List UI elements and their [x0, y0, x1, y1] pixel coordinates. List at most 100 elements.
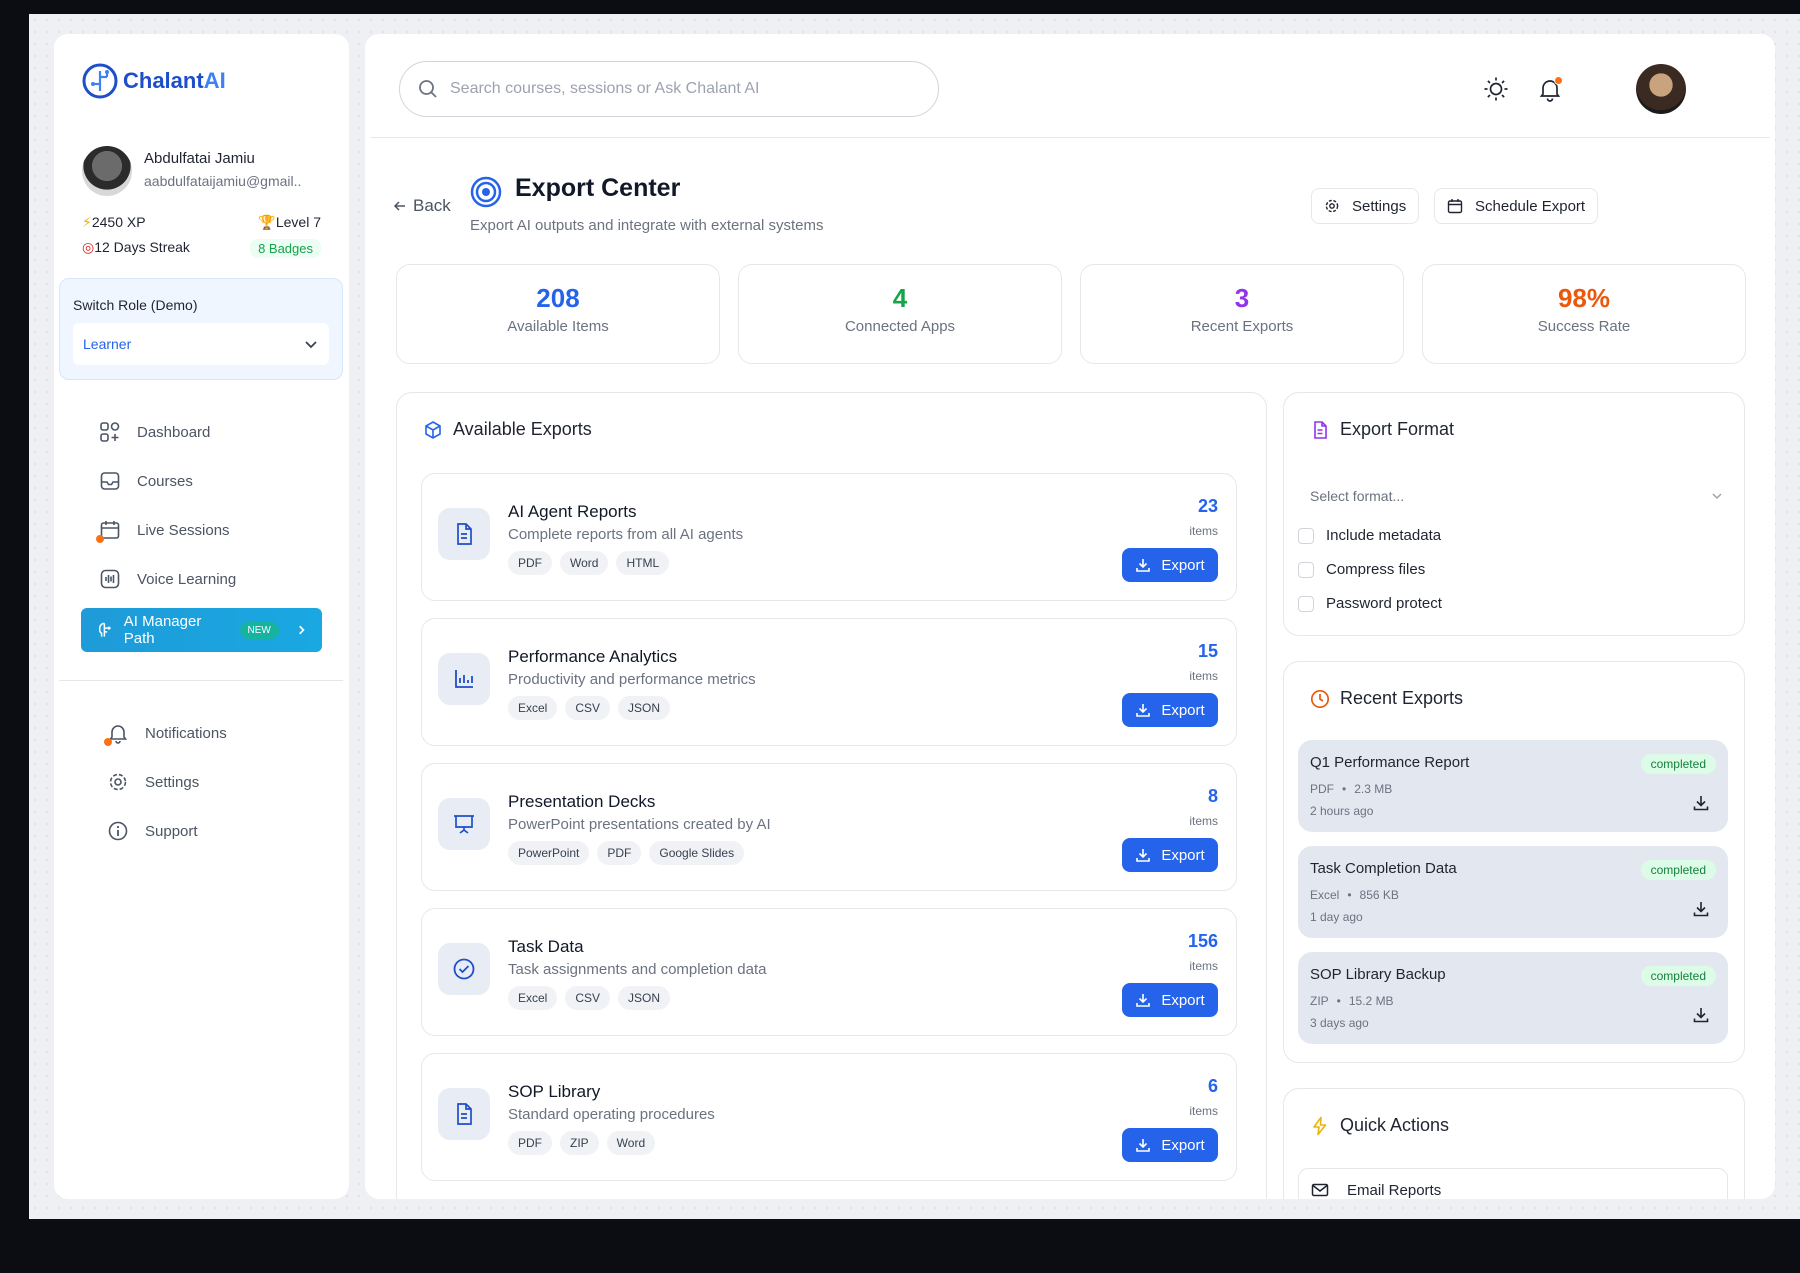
download-icon	[1136, 1139, 1151, 1152]
ai-manager-path-button[interactable]: AI Manager Path NEW	[81, 608, 322, 652]
settings-button[interactable]: Settings	[1311, 188, 1420, 224]
download-icon	[1136, 994, 1151, 1007]
stat-value: 98%	[1557, 283, 1611, 313]
status-badge: completed	[1640, 860, 1716, 880]
recent-export-time: 1 day ago	[1310, 910, 1363, 924]
search-input[interactable]	[450, 80, 920, 98]
stat-value: 208	[536, 283, 580, 313]
sidebar-label-notifications: Notifications	[145, 724, 227, 742]
format-tag: PowerPoint	[508, 841, 590, 865]
compress-files-checkbox[interactable]: Compress files	[1298, 561, 1425, 578]
status-badge: completed	[1640, 966, 1716, 986]
item-count: 15	[1197, 641, 1218, 661]
export-button[interactable]: Export	[1122, 838, 1218, 872]
stat-label: Connected Apps	[844, 318, 956, 335]
recent-export-meta: Excel • 856 KB	[1310, 888, 1399, 902]
sidebar-item-settings[interactable]: Settings	[107, 771, 199, 793]
sidebar-divider	[59, 680, 343, 681]
checkbox-box[interactable]	[1298, 527, 1314, 544]
checkbox-box[interactable]	[1298, 595, 1314, 612]
export-button[interactable]: Export	[1122, 693, 1218, 727]
download-icon[interactable]	[1692, 900, 1710, 918]
document-icon	[438, 1088, 490, 1140]
export-button[interactable]: Export	[1122, 1128, 1218, 1162]
recent-exports-title: Recent Exports	[1310, 688, 1463, 709]
gear-icon	[109, 773, 127, 791]
notification-bell-button[interactable]	[1537, 76, 1563, 102]
role-select-value: Learner	[83, 336, 132, 352]
recent-export-item[interactable]: SOP Library Backup ZIP • 15.2 MB 3 days ag…	[1298, 952, 1728, 1044]
email-reports-button[interactable]: Email Reports	[1298, 1168, 1728, 1199]
items-label: items	[1189, 814, 1218, 828]
recent-export-item[interactable]: Task Completion Data Excel • 856 KB 1 day …	[1298, 846, 1728, 938]
sun-icon[interactable]	[1483, 76, 1509, 102]
bell-icon	[104, 722, 129, 746]
document-icon	[438, 508, 490, 560]
back-button[interactable]: Back	[393, 196, 451, 216]
chevron-down-icon	[305, 341, 317, 349]
export-item-sop-library: SOP Library Standard operating procedure…	[421, 1053, 1237, 1181]
schedule-export-button[interactable]: Schedule Export	[1434, 188, 1599, 224]
stat-label: Success Rate	[1537, 318, 1631, 335]
export-button[interactable]: Export	[1122, 548, 1218, 582]
target-icon	[470, 176, 502, 208]
grid-icon	[100, 422, 120, 442]
download-icon	[1136, 704, 1151, 717]
export-name: Task Data	[508, 937, 584, 956]
password-protect-checkbox[interactable]: Password protect	[1298, 595, 1442, 612]
user-email: aabdulfataijamiu@gmail..	[144, 173, 302, 189]
sidebar-item-courses[interactable]: Courses	[99, 470, 193, 492]
streak-badges-row: ◎12 Days Streak 8 Badges	[82, 239, 321, 258]
user-profile[interactable]: Abdulfatai Jamiu aabdulfataijamiu@gmail.…	[82, 146, 301, 196]
checkbox-box[interactable]	[1298, 561, 1314, 578]
export-item-presentation-decks: Presentation Decks PowerPoint presentati…	[421, 763, 1237, 891]
status-badge: completed	[1640, 754, 1716, 774]
calendar-icon	[96, 519, 121, 543]
recent-exports-panel: Recent Exports Q1 Performance Report PDF…	[1283, 661, 1745, 1063]
sidebar-item-notifications[interactable]: Notifications	[104, 722, 227, 746]
sidebar-item-support[interactable]: Support	[107, 820, 198, 842]
brain-icon	[98, 622, 111, 637]
format-tag: Excel	[508, 696, 558, 720]
format-tag: CSV	[565, 696, 611, 720]
items-label: items	[1189, 959, 1218, 973]
lightning-icon	[1313, 1116, 1327, 1135]
avatar[interactable]	[82, 146, 132, 196]
recent-export-time: 3 days ago	[1310, 1016, 1369, 1030]
recent-export-meta: ZIP • 15.2 MB	[1310, 994, 1394, 1008]
download-icon[interactable]	[1692, 794, 1710, 812]
format-tag: JSON	[618, 696, 671, 720]
include-metadata-checkbox[interactable]: Include metadata	[1298, 527, 1441, 544]
page-subtitle: Export AI outputs and integrate with ext…	[470, 217, 824, 234]
format-tag: PDF	[597, 841, 642, 865]
check-circle-icon	[438, 943, 490, 995]
export-item-task-data: Task Data Task assignments and completio…	[421, 908, 1237, 1036]
brand-logo[interactable]: Chalant AI	[81, 62, 226, 100]
user-avatar[interactable]	[1636, 64, 1686, 114]
format-tag: PDF	[508, 551, 552, 575]
mail-icon	[1311, 1183, 1329, 1197]
format-select[interactable]: Select format...	[1310, 477, 1730, 515]
notification-dot	[104, 738, 112, 746]
format-tag: HTML	[616, 551, 670, 575]
role-select[interactable]: Learner	[73, 323, 329, 365]
sidebar-item-live-sessions[interactable]: Live Sessions	[96, 519, 230, 543]
recent-export-item[interactable]: Q1 Performance Report PDF • 2.3 MB 2 hours…	[1298, 740, 1728, 832]
search-bar[interactable]	[399, 61, 939, 117]
sidebar-item-voice-learning[interactable]: Voice Learning	[99, 568, 236, 590]
format-tags: Excel CSV JSON	[508, 986, 671, 1010]
export-name: AI Agent Reports	[508, 502, 637, 521]
format-tags: PowerPoint PDF Google Slides	[508, 841, 745, 865]
format-tags: Excel CSV JSON	[508, 696, 671, 720]
package-icon	[425, 420, 441, 439]
export-button[interactable]: Export	[1122, 983, 1218, 1017]
back-label: Back	[413, 196, 451, 215]
sidebar-label-dashboard: Dashboard	[137, 423, 211, 441]
sidebar-item-dashboard[interactable]: Dashboard	[99, 421, 210, 443]
export-format-title: Export Format	[1310, 419, 1454, 440]
format-tag: Word	[606, 1131, 656, 1155]
download-icon[interactable]	[1692, 1006, 1710, 1024]
main-content: Back Export Center Export AI outputs and…	[365, 34, 1775, 1199]
export-desc: Standard operating procedures	[508, 1106, 715, 1123]
audio-wave-icon	[100, 569, 120, 589]
